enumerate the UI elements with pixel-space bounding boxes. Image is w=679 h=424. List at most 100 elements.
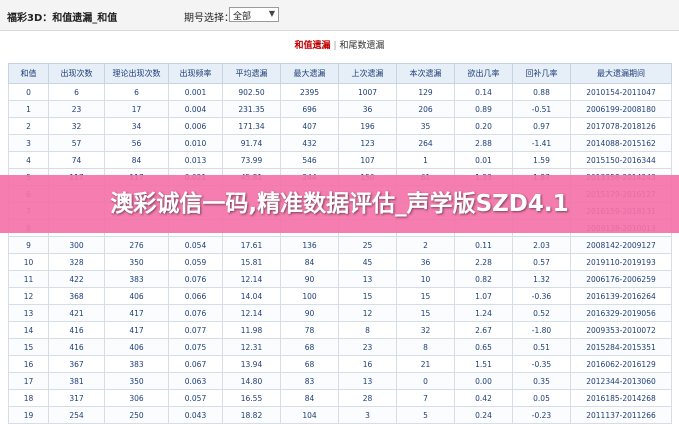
tab-separator: |	[333, 41, 337, 51]
table-row: 12 368 406 0.066 14.04 100 15 15 1.07 -0.36 201613…	[8, 287, 672, 305]
table-cell: 0.82	[454, 270, 513, 288]
table-cell: 422	[48, 270, 105, 288]
table-cell: 12	[338, 304, 397, 322]
table-cell: 300	[48, 236, 105, 254]
table-cell: 0.006	[168, 117, 223, 135]
table-cell: 417	[104, 321, 169, 339]
table-cell: 0	[8, 83, 49, 101]
table-cell: 196	[338, 117, 397, 135]
table-cell: 90	[280, 270, 339, 288]
table-cell: 0.42	[454, 389, 513, 407]
table-cell: 2.67	[454, 321, 513, 339]
table-cell: 7	[396, 389, 455, 407]
table-cell: 0.51	[512, 338, 571, 356]
table-cell: 15.81	[222, 253, 281, 271]
table-row: 13 421 417 0.076 12.14 90 12 15 1.24 0.52 2016329-…	[8, 304, 672, 322]
table-cell: 0.24	[454, 406, 513, 424]
period-select[interactable]: 全部 ▼	[229, 7, 279, 22]
chevron-down-icon: ▼	[268, 9, 275, 18]
column-header[interactable]: 上次遗漏	[338, 63, 397, 84]
table-cell: 12	[8, 287, 49, 305]
table-cell: 0.01	[454, 151, 513, 169]
table-cell: 432	[280, 134, 339, 152]
table-cell: 546	[280, 151, 339, 169]
table-row: 15 416 406 0.075 12.31 68 23 8 0.65 0.51 2015284-2…	[8, 338, 672, 356]
table-cell: 18	[8, 389, 49, 407]
table-cell: 15	[8, 338, 49, 356]
period-select-value: 全部	[233, 12, 252, 22]
column-header[interactable]: 最大遗漏期间	[570, 63, 672, 84]
table-cell: 421	[48, 304, 105, 322]
table-cell: 136	[280, 236, 339, 254]
table-cell: 84	[280, 389, 339, 407]
table-cell: 2009353-2010072	[570, 321, 672, 339]
column-header[interactable]: 理论出现次数	[104, 63, 169, 84]
column-header[interactable]: 出现频率	[168, 63, 223, 84]
table-row: 14 416 417 0.077 11.98 78 8 32 2.67 -1.80 2009353-…	[8, 321, 672, 339]
table-cell: 368	[48, 287, 105, 305]
table-cell: 14.04	[222, 287, 281, 305]
table-cell: 11	[8, 270, 49, 288]
table-cell: 32	[396, 321, 455, 339]
table-row: 16 367 383 0.067 13.94 68 16 21 1.51 -0.35 2016062…	[8, 355, 672, 373]
table-cell: 0.11	[454, 236, 513, 254]
table-cell: 34	[104, 117, 169, 135]
table-cell: 2014088-2015162	[570, 134, 672, 152]
table-cell: 0.00	[454, 372, 513, 390]
table-cell: -0.51	[512, 100, 571, 118]
table-cell: 15	[396, 287, 455, 305]
column-header[interactable]: 平均遗漏	[222, 63, 281, 84]
table-cell: 264	[396, 134, 455, 152]
table-cell: 1.07	[454, 287, 513, 305]
column-header[interactable]: 欲出几率	[454, 63, 513, 84]
column-header[interactable]: 本次遗漏	[396, 63, 455, 84]
table-cell: 123	[338, 134, 397, 152]
table-cell: 0.067	[168, 355, 223, 373]
table-cell: 2011137-2011266	[570, 406, 672, 424]
table-cell: 6	[48, 83, 105, 101]
table-cell: 2016062-2016129	[570, 355, 672, 373]
tab-sum-missing[interactable]: 和值遗漏	[294, 41, 330, 51]
column-header[interactable]: 最大遗漏	[280, 63, 339, 84]
table-cell: 107	[338, 151, 397, 169]
table-cell: 1007	[338, 83, 397, 101]
table-cell: -1.41	[512, 134, 571, 152]
table-cell: 0.004	[168, 100, 223, 118]
table-cell: 0.043	[168, 406, 223, 424]
table-cell: 0.05	[512, 389, 571, 407]
table-cell: 13	[338, 270, 397, 288]
table-cell: 100	[280, 287, 339, 305]
table-cell: 0.054	[168, 236, 223, 254]
table-cell: 328	[48, 253, 105, 271]
table-cell: 306	[104, 389, 169, 407]
table-cell: 2015150-2016344	[570, 151, 672, 169]
table-cell: 57	[48, 134, 105, 152]
column-header[interactable]: 回补几率	[512, 63, 571, 84]
table-cell: 0.057	[168, 389, 223, 407]
table-cell: 17.61	[222, 236, 281, 254]
page-title: 福彩3D：和值遗漏_和值	[7, 13, 118, 24]
table-cell: 84	[280, 253, 339, 271]
table-cell: 13	[8, 304, 49, 322]
table-cell: 2.28	[454, 253, 513, 271]
table-cell: 0.65	[454, 338, 513, 356]
table-cell: 35	[396, 117, 455, 135]
table-row: 17 381 350 0.063 14.80 83 13 0 0.00 0.35 2012344-2…	[8, 372, 672, 390]
table-cell: 56	[104, 134, 169, 152]
table-cell: 4	[8, 151, 49, 169]
table-cell: 2016139-2016264	[570, 287, 672, 305]
table-cell: 68	[280, 355, 339, 373]
table-cell: 383	[104, 270, 169, 288]
column-header[interactable]: 和值	[8, 63, 49, 84]
table-cell: 2	[396, 236, 455, 254]
table-cell: 11.98	[222, 321, 281, 339]
column-header[interactable]: 出现次数	[48, 63, 105, 84]
table-cell: 0.013	[168, 151, 223, 169]
table-cell: 12.14	[222, 304, 281, 322]
table-cell: 6	[104, 83, 169, 101]
table-cell: 902.50	[222, 83, 281, 101]
tab-sum-tail-missing[interactable]: 和尾数遗漏	[340, 41, 385, 51]
table-row: 11 422 383 0.076 12.14 90 13 10 0.82 1.32 2006176-…	[8, 270, 672, 288]
table-cell: 23	[48, 100, 105, 118]
table-cell: 0.52	[512, 304, 571, 322]
